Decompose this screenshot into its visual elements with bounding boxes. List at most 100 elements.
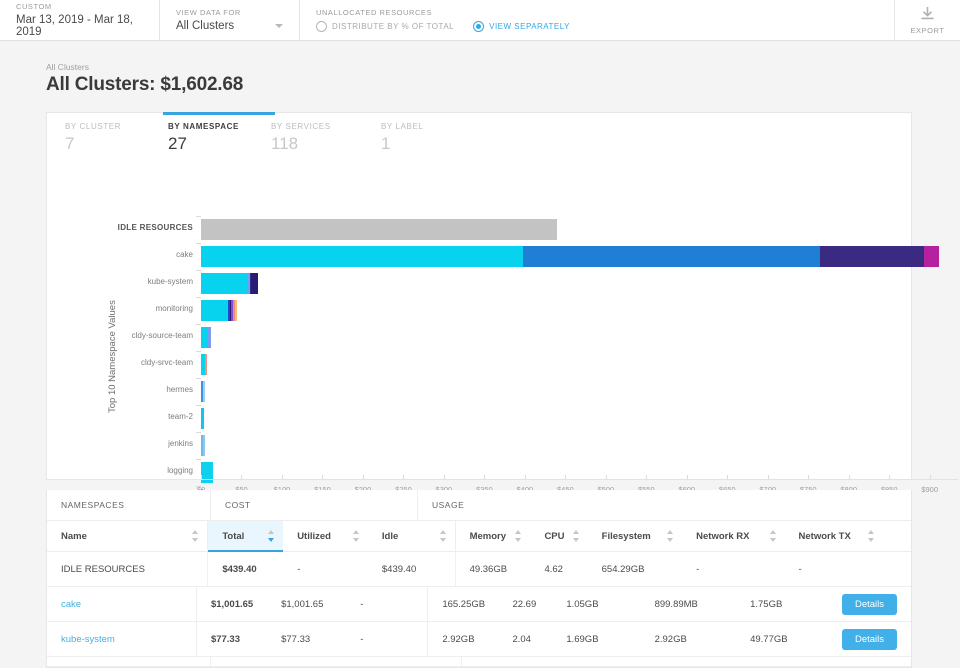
bar-segment[interactable] <box>203 381 206 402</box>
group-header-namespaces: NAMESPACES <box>47 490 211 520</box>
view-data-for-dropdown[interactable]: VIEW DATA FOR All Clusters <box>160 0 300 40</box>
bar-segment[interactable] <box>923 246 939 267</box>
cell-name[interactable]: cake <box>47 587 197 621</box>
chart-bar-row[interactable]: logging <box>167 459 958 486</box>
export-button[interactable]: EXPORT <box>895 0 960 40</box>
bar-segment[interactable] <box>234 300 237 321</box>
stacked-bar[interactable] <box>201 354 208 375</box>
cell-total: $439.40 <box>222 563 257 575</box>
bar-segment[interactable] <box>201 273 248 294</box>
chart-bar-row[interactable]: cldy-srvc-team <box>141 351 958 378</box>
chevron-down-icon[interactable] <box>275 24 283 28</box>
stacked-bar[interactable] <box>201 408 204 429</box>
sort-arrows-icon[interactable] <box>667 530 674 542</box>
stacked-bar[interactable] <box>201 246 939 267</box>
axis-tick <box>196 324 201 325</box>
sort-arrows-icon[interactable] <box>867 530 875 542</box>
chart-category-label: cldy-srvc-team <box>140 358 193 367</box>
table-row-partial[interactable] <box>47 657 911 667</box>
table-row[interactable]: IDLE RESOURCES $439.40 - $439.40 49.36GB 4.62… <box>47 552 911 587</box>
sort-arrows-icon[interactable] <box>352 530 360 542</box>
radio-distribute-by-percent[interactable]: DISTRIBUTE BY % OF TOTAL <box>316 21 454 32</box>
chart-category-label: kube-system <box>147 277 193 286</box>
bar-segment[interactable] <box>201 246 524 267</box>
tab-label: BY NAMESPACE <box>168 122 239 131</box>
cell-idle <box>373 657 462 666</box>
sort-arrows-icon[interactable] <box>572 530 580 542</box>
stacked-bar[interactable] <box>201 381 206 402</box>
column-header-label: Filesystem <box>601 530 651 542</box>
tab-by-services[interactable]: BY SERVICES 118 <box>271 113 363 161</box>
stacked-bar[interactable] <box>201 435 205 456</box>
bar-segment[interactable] <box>201 408 204 429</box>
bar-segment[interactable] <box>208 327 211 348</box>
chart-bar-row[interactable]: jenkins <box>168 432 958 459</box>
column-header-tx[interactable]: Network TX <box>785 521 883 551</box>
column-header-name[interactable]: Name <box>47 521 209 551</box>
table-row[interactable]: kube-system $77.33 $77.33 - 2.92GB 2.04 1.69GB… <box>47 622 911 657</box>
bar-segment[interactable] <box>523 246 821 267</box>
column-header-total[interactable]: Total <box>208 521 284 552</box>
bar-segment[interactable] <box>820 246 924 267</box>
cell-fs: 1.69GB <box>566 633 599 645</box>
stacked-bar[interactable] <box>201 327 211 348</box>
stacked-bar[interactable] <box>201 273 259 294</box>
chart-bar-row[interactable]: team-2 <box>168 405 958 432</box>
chart-category-label: logging <box>167 466 193 475</box>
cell-name[interactable]: kube-system <box>47 622 197 656</box>
radio-icon-selected[interactable] <box>473 21 485 32</box>
chart-x-axis: $0$50$100$150$200$250$300$350$400$450$50… <box>197 475 958 494</box>
column-header-cpu[interactable]: CPU <box>530 521 587 551</box>
stacked-bar[interactable] <box>201 300 237 321</box>
bar-segment[interactable] <box>251 273 259 294</box>
bar-segment[interactable] <box>201 300 228 321</box>
details-button[interactable]: Details <box>841 593 898 615</box>
namespaces-table: NAMESPACES COST USAGE Name Total Utilized I… <box>46 490 912 668</box>
bar-segment[interactable] <box>201 219 557 240</box>
breadcrumb[interactable]: All Clusters <box>0 41 960 74</box>
sort-arrows-icon[interactable] <box>439 530 447 542</box>
chart-bar-row[interactable]: monitoring <box>156 297 958 324</box>
chart-bar-row[interactable]: IDLE RESOURCES <box>118 216 958 243</box>
cell-utilized: - <box>297 563 301 575</box>
date-range-selector[interactable]: CUSTOM Mar 13, 2019 - Mar 18, 2019 <box>0 0 160 40</box>
stacked-bar[interactable] <box>201 219 557 240</box>
radio-icon-unselected[interactable] <box>316 21 327 32</box>
bar-segment[interactable] <box>201 327 209 348</box>
cell-utilized <box>287 657 373 666</box>
chart-category-label: cake <box>176 250 193 259</box>
chart-bar-row[interactable]: cake <box>176 243 958 270</box>
column-header-idle[interactable]: Idle <box>368 521 456 551</box>
sort-arrows-icon[interactable] <box>192 530 199 542</box>
chart-bar-row[interactable]: kube-system <box>148 270 958 297</box>
tab-by-label[interactable]: BY LABEL 1 <box>381 113 466 161</box>
x-axis-tick <box>362 475 364 479</box>
sort-arrows-icon[interactable] <box>515 530 522 542</box>
sort-arrows-icon[interactable] <box>268 530 275 542</box>
chart-plot-area: IDLE RESOURCES cake kube-system monitoring c… <box>118 216 958 510</box>
column-header-utilized[interactable]: Utilized <box>283 521 368 551</box>
unallocated-resources-group: UNALLOCATED RESOURCES DISTRIBUTE BY % OF… <box>300 0 895 40</box>
radio-view-separately[interactable]: VIEW SEPARATELY <box>473 21 570 32</box>
sort-arrows-icon[interactable] <box>769 530 777 542</box>
chart-bar-row[interactable]: cldy-source-team <box>132 324 958 351</box>
download-icon <box>921 6 934 19</box>
tab-count: 118 <box>271 134 299 153</box>
view-data-for-label: VIEW DATA FOR <box>176 8 241 17</box>
bar-segment[interactable] <box>204 354 208 375</box>
chart-bar-row[interactable]: hermes <box>166 378 958 405</box>
bar-segment[interactable] <box>202 435 205 456</box>
chart-category-label: jenkins <box>168 439 193 448</box>
tab-by-cluster[interactable]: BY CLUSTER 7 <box>65 113 150 161</box>
chart-card: BY CLUSTER 7 BY NAMESPACE 27 BY SERVICES 118 B… <box>46 112 958 510</box>
table-row[interactable]: cake $1,001.65 $1,001.65 - 165.25GB 22.69 1.05… <box>47 587 911 622</box>
tab-by-namespace[interactable]: BY NAMESPACE 27 <box>163 112 275 161</box>
axis-tick <box>196 270 201 271</box>
cell-fs: 654.29GB <box>601 563 645 575</box>
details-button[interactable]: Details <box>841 628 898 650</box>
cell-cpu: 22.69 <box>512 598 537 610</box>
column-header-fs[interactable]: Filesystem <box>588 521 683 551</box>
column-header-rx[interactable]: Network RX <box>682 521 784 551</box>
column-header-memory[interactable]: Memory <box>456 521 531 551</box>
axis-tick <box>196 351 201 352</box>
